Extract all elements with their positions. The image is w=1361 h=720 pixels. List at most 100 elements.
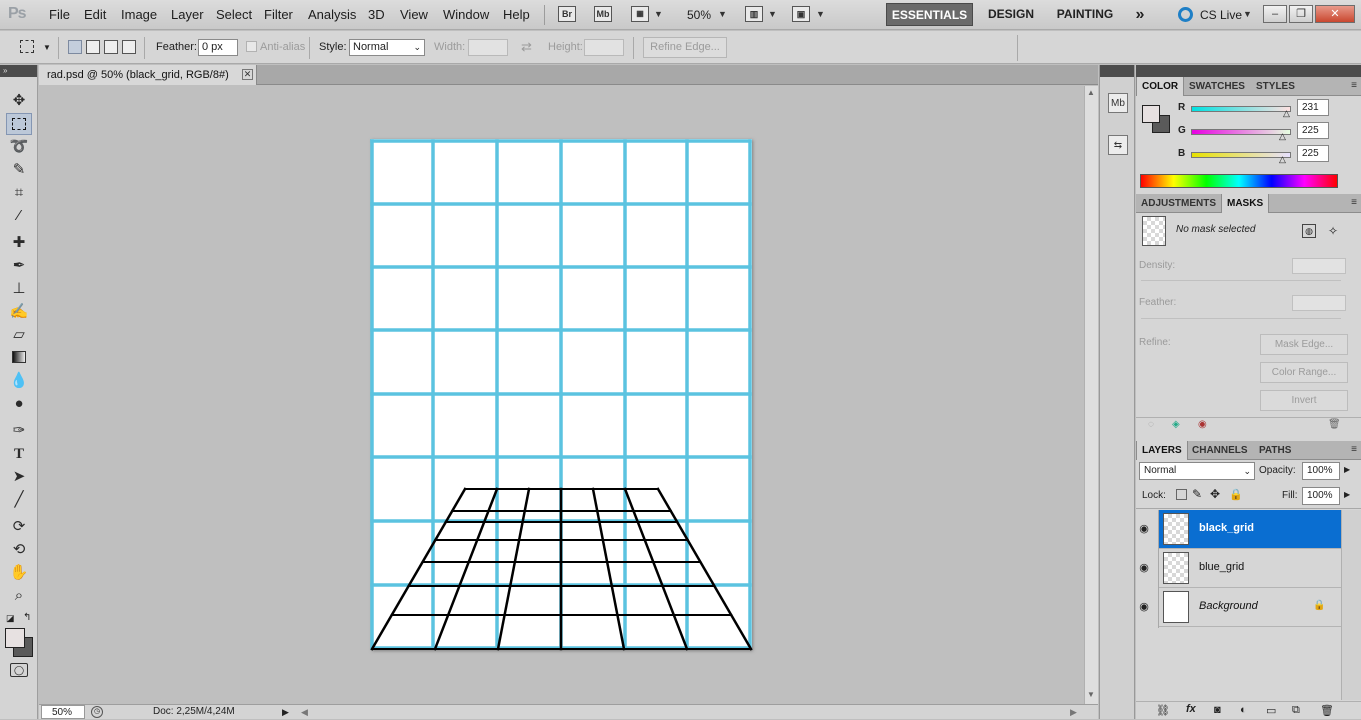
quick-select-tool-icon[interactable]: ✎ [6, 159, 32, 181]
tab-swatches[interactable]: SWATCHES [1184, 77, 1250, 96]
scroll-left-icon[interactable]: ◀ [301, 705, 308, 719]
chevron-down-icon[interactable]: ▼ [816, 9, 825, 19]
mask-edge-button[interactable]: Mask Edge... [1260, 334, 1348, 355]
extras-icon[interactable]: ▦ [631, 6, 649, 22]
feather-slider[interactable] [1141, 318, 1341, 319]
document-canvas[interactable] [39, 86, 1084, 704]
fill-arrow-icon[interactable]: ▶ [1344, 490, 1350, 499]
color-range-button[interactable]: Color Range... [1260, 362, 1348, 383]
swap-colors-icon[interactable]: ↰ [23, 612, 31, 623]
layer-row-blue-grid[interactable]: ◉ blue_grid [1139, 549, 1361, 588]
brush-tool-icon[interactable]: ✒ [6, 255, 32, 277]
disable-mask-icon[interactable]: ◉ [1198, 419, 1207, 430]
path-select-tool-icon[interactable]: ➤ [6, 466, 32, 488]
apply-mask-icon[interactable]: ◈ [1172, 419, 1180, 430]
menu-help[interactable]: Help [503, 7, 530, 22]
dock-header[interactable] [1100, 65, 1134, 77]
height-input[interactable] [584, 39, 624, 56]
tab-masks[interactable]: MASKS [1221, 194, 1270, 213]
menu-window[interactable]: Window [443, 7, 489, 22]
swap-icon[interactable]: ⇄ [521, 39, 532, 55]
red-value-input[interactable]: 231 [1297, 99, 1329, 116]
clone-stamp-tool-icon[interactable]: ⊥ [6, 278, 32, 300]
tab-styles[interactable]: STYLES [1251, 77, 1300, 96]
red-handle-icon[interactable]: △ [1283, 108, 1290, 119]
spot-heal-tool-icon[interactable]: ✚ [6, 232, 32, 254]
eye-icon[interactable]: ◉ [1137, 522, 1151, 536]
trash-icon[interactable]: 🗑 [1320, 704, 1334, 717]
intersect-selection-icon[interactable] [122, 40, 136, 54]
menu-select[interactable]: Select [216, 7, 252, 22]
chevron-down-icon[interactable]: ▼ [43, 43, 51, 52]
width-input[interactable] [468, 39, 508, 56]
panel-group-header[interactable] [1136, 65, 1361, 77]
red-track[interactable] [1191, 106, 1291, 112]
marquee-preset-icon[interactable] [20, 40, 34, 53]
scroll-down-icon[interactable]: ▼ [1087, 690, 1095, 699]
default-colors-icon[interactable]: ◪ [6, 613, 15, 624]
tab-color[interactable]: COLOR [1136, 77, 1185, 96]
green-handle-icon[interactable]: △ [1279, 131, 1286, 142]
tab-channels[interactable]: CHANNELS [1187, 441, 1253, 460]
color-foreground-swatch[interactable] [1142, 105, 1160, 123]
blend-mode-select[interactable]: Normal ⌄ [1139, 462, 1255, 480]
opacity-input[interactable]: 100% [1302, 462, 1340, 480]
feather-input[interactable]: 0 px [198, 39, 238, 56]
density-input[interactable] [1292, 258, 1346, 274]
add-selection-icon[interactable] [86, 40, 100, 54]
lock-all-icon[interactable]: 🔒 [1229, 488, 1243, 501]
cs-live-menu[interactable]: CS Live [1200, 8, 1242, 22]
tab-paths[interactable]: PATHS [1254, 441, 1296, 460]
lock-position-icon[interactable]: ✥ [1210, 487, 1220, 501]
panel-menu-icon[interactable]: ≡ [1351, 444, 1357, 455]
eraser-tool-icon[interactable]: ▱ [6, 324, 32, 346]
menu-image[interactable]: Image [121, 7, 157, 22]
lock-pixels-icon[interactable]: ✎ [1192, 487, 1202, 501]
opacity-arrow-icon[interactable]: ▶ [1344, 465, 1350, 474]
trash-icon[interactable]: 🗑 [1328, 419, 1341, 430]
workspace-design[interactable]: DESIGN [982, 3, 1040, 26]
canvas-area[interactable] [39, 86, 1084, 704]
layer-name[interactable]: black_grid [1199, 522, 1254, 534]
mask-feather-input[interactable] [1292, 295, 1346, 311]
scroll-right-icon[interactable]: ▶ [1070, 705, 1077, 719]
new-selection-icon[interactable] [68, 40, 82, 54]
blue-value-input[interactable]: 225 [1297, 145, 1329, 162]
blue-handle-icon[interactable]: △ [1279, 154, 1286, 165]
blue-track[interactable] [1191, 152, 1291, 158]
layer-name[interactable]: blue_grid [1199, 561, 1244, 573]
group-icon[interactable]: ▭ [1266, 704, 1276, 717]
refine-edge-button[interactable]: Refine Edge... [643, 37, 727, 58]
tools-panel-header[interactable]: » [0, 65, 37, 77]
mini-bridge-icon[interactable]: Mb [594, 6, 612, 22]
pen-tool-icon[interactable]: ✑ [6, 420, 32, 442]
lasso-tool-icon[interactable]: ➰ [6, 136, 32, 158]
menu-view[interactable]: View [400, 7, 428, 22]
minimize-button[interactable]: – [1263, 5, 1287, 23]
history-panel-icon[interactable]: ⇆ [1108, 135, 1128, 155]
color-spectrum-ramp[interactable] [1140, 174, 1338, 188]
tab-layers[interactable]: LAYERS [1136, 441, 1188, 460]
eyedropper-tool-icon[interactable]: ⁄ [6, 205, 32, 227]
green-track[interactable] [1191, 129, 1291, 135]
blur-tool-icon[interactable]: 💧 [6, 370, 32, 392]
quick-mask-icon[interactable]: ◯ [10, 663, 28, 677]
vertical-scrollbar[interactable]: ▲ ▼ [1084, 86, 1098, 704]
invert-button[interactable]: Invert [1260, 390, 1348, 411]
workspace-essentials[interactable]: ESSENTIALS [886, 3, 973, 26]
3d-rotate-tool-icon[interactable]: ⟳ [6, 516, 32, 538]
move-tool-icon[interactable]: ✥ [6, 90, 32, 112]
scroll-up-icon[interactable]: ▲ [1087, 88, 1095, 97]
close-button[interactable]: ✕ [1315, 5, 1355, 23]
layer-row-black-grid[interactable]: ◉ black_grid [1139, 510, 1361, 549]
green-value-input[interactable]: 225 [1297, 122, 1329, 139]
new-layer-icon[interactable]: ⧉ [1292, 704, 1300, 717]
history-brush-tool-icon[interactable]: ✍ [6, 301, 32, 323]
link-layers-icon[interactable]: ⛓ [1156, 704, 1170, 717]
chevron-down-icon[interactable]: ▼ [718, 9, 727, 19]
adjustment-layer-icon[interactable]: ◐ [1240, 704, 1247, 716]
close-icon[interactable]: ✕ [242, 69, 253, 80]
timing-icon[interactable]: ◷ [91, 706, 103, 718]
status-zoom[interactable]: 50% [41, 705, 85, 719]
dodge-tool-icon[interactable]: ● [6, 393, 32, 415]
